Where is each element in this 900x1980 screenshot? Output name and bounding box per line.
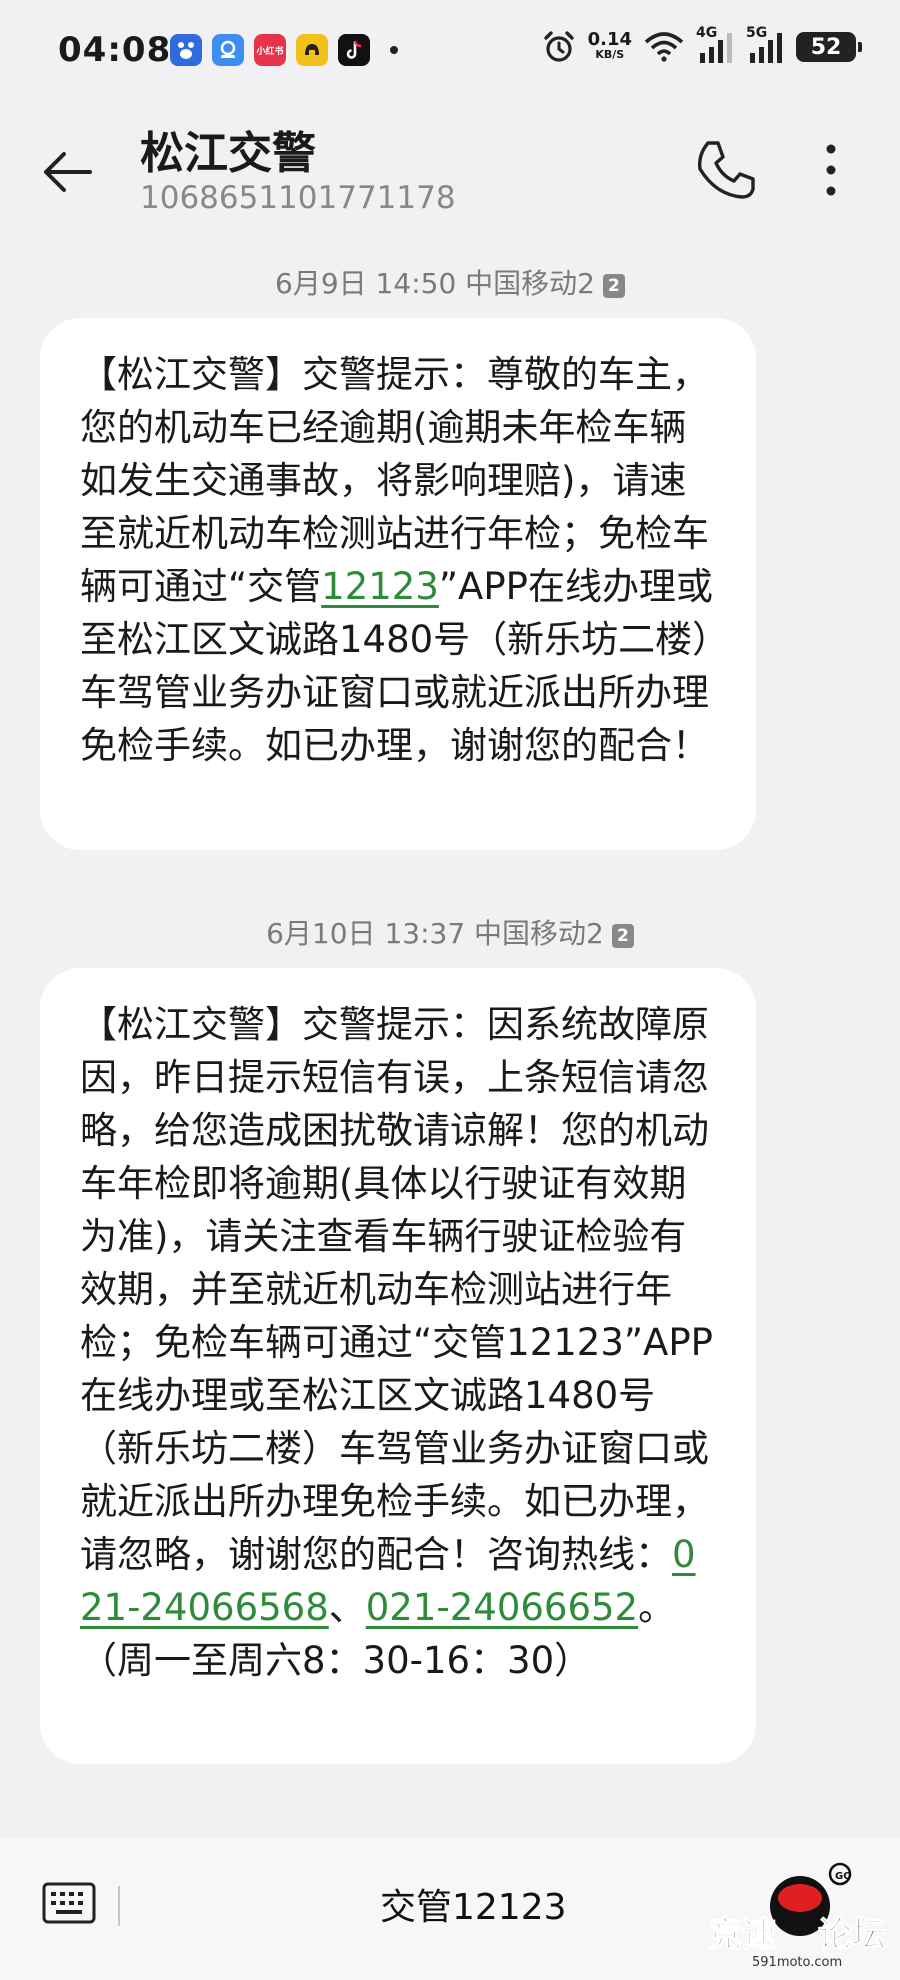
conversation-header: 松江交警 1068651101771178 [0, 105, 900, 235]
timestamp-text: 6月10日 13:37 中国移动2 [266, 917, 604, 950]
svg-text:竞速: 竞速 [708, 1915, 776, 1955]
hotline-link[interactable]: 021-24066652 [366, 1586, 638, 1629]
more-options-icon[interactable] [808, 137, 854, 203]
contact-number: 1068651101771178 [140, 180, 456, 216]
forum-logo-watermark: GO 竞速 论坛 591moto.com [707, 1862, 887, 1970]
sim-badge-icon: 2 [602, 274, 625, 298]
signal-bars-icon [700, 33, 732, 63]
back-arrow-icon[interactable] [36, 140, 100, 204]
assistant-app-icon [212, 34, 244, 66]
message-bubble[interactable]: 【松江交警】交警提示：尊敬的车主，您的机动车已经逾期(逾期未年检车辆如发生交通事… [40, 318, 756, 850]
network-speed-value: 0.14 [587, 29, 632, 50]
message-timestamp: 6月10日 13:37 中国移动2 2 [0, 912, 900, 952]
separator-text: 、 [328, 1586, 366, 1629]
network-speed: 0.14 KB/S [587, 29, 632, 62]
svg-text:591moto.com: 591moto.com [752, 1955, 842, 1970]
xiaohongshu-app-icon: 小红书 [254, 34, 286, 66]
svg-text:GO: GO [835, 1871, 852, 1882]
divider [118, 1886, 120, 1926]
quick-reply-button[interactable]: 交管12123 [380, 1878, 567, 1930]
tiktok-app-icon [338, 34, 370, 66]
message-bubble[interactable]: 【松江交警】交警提示：因系统故障原因，昨日提示短信有误，上条短信请忽略，给您造成… [40, 968, 756, 1764]
notification-icons: 小红书 [170, 34, 398, 66]
status-time: 04:08 [58, 30, 172, 70]
keyboard-icon[interactable] [42, 1882, 96, 1924]
message-link[interactable]: 12123 [321, 565, 439, 608]
signal-4g: 4G [696, 25, 734, 63]
signal-5g: 5G [746, 25, 784, 63]
input-bar: 交管12123 GO 竞速 论坛 591moto.com [0, 1838, 900, 1980]
more-notifications-dot [390, 46, 398, 54]
sim-badge-icon: 2 [611, 924, 634, 948]
contact-name: 松江交警 [140, 128, 316, 179]
status-bar: 04:08 小红书 0.14 KB/S 4G 5G 52 [0, 0, 900, 105]
battery-indicator: 52 [796, 32, 862, 62]
svg-text:论坛: 论坛 [818, 1915, 886, 1955]
alarm-icon [543, 31, 574, 62]
message-text: 【松江交警】交警提示：因系统故障原因，昨日提示短信有误，上条短信请忽略，给您造成… [80, 1003, 713, 1576]
signal-bars-icon [750, 33, 782, 63]
phone-call-icon[interactable] [690, 135, 760, 205]
game-app-icon [296, 34, 328, 66]
message-timestamp: 6月9日 14:50 中国移动2 2 [0, 262, 900, 302]
wifi-icon [644, 32, 684, 62]
xiaohongshu-label: 小红书 [256, 46, 284, 57]
timestamp-text: 6月9日 14:50 中国移动2 [275, 267, 595, 300]
status-indicators: 0.14 KB/S 4G 5G 52 [542, 25, 862, 64]
baidu-app-icon [170, 34, 202, 66]
